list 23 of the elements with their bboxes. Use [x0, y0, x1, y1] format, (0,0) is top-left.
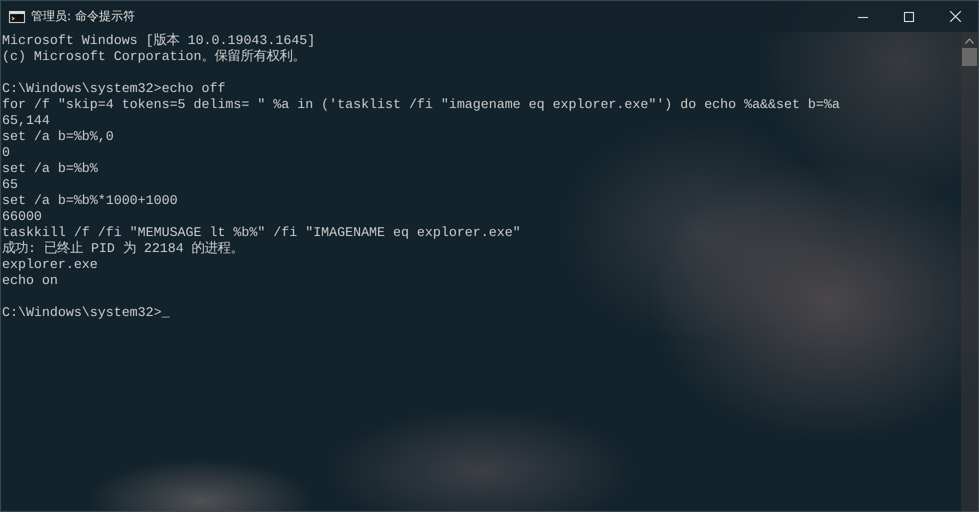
window-title: 管理员: 命令提示符 — [31, 8, 136, 25]
console-line: explorer.exe — [2, 257, 99, 273]
console-line: 65,144 — [2, 113, 51, 129]
maximize-icon — [904, 12, 914, 22]
console-line: echo on — [2, 273, 59, 289]
console-line: set /a b=%b%*1000+1000 — [2, 193, 179, 209]
console-app-icon — [9, 10, 25, 22]
console-line: C:\Windows\system32>echo off — [2, 81, 226, 97]
console-line: 成功: 已终止 PID 为 22184 的进程。 — [2, 241, 245, 257]
console-line: C:\Windows\system32>_ — [2, 305, 171, 321]
console-line: for /f "skip=4 tokens=5 delims= " %a in ('tasklist /fi "imagename eq explorer.exe"') do echo %a&&set b=%a — [2, 97, 841, 113]
scroll-up-icon[interactable] — [965, 38, 974, 44]
scroll-thumb[interactable] — [962, 48, 977, 66]
console-line: 66000 — [2, 209, 43, 225]
console-line: set /a b=%b% — [2, 161, 99, 177]
scrollbar[interactable] — [961, 32, 978, 511]
console-line: (c) Microsoft Corporation。保留所有权利。 — [2, 49, 306, 65]
console-line: taskkill /f /fi "MEMUSAGE lt %b%" /fi "IMAGENAME eq explorer.exe" — [2, 225, 522, 240]
close-icon — [950, 11, 960, 22]
console-line: set /a b=%b%,0 — [2, 129, 115, 145]
console-line: Microsoft Windows [版本 10.0.19043.1645] — [2, 33, 316, 49]
console-line: 0 — [2, 145, 11, 161]
console-line: 65 — [2, 177, 19, 193]
